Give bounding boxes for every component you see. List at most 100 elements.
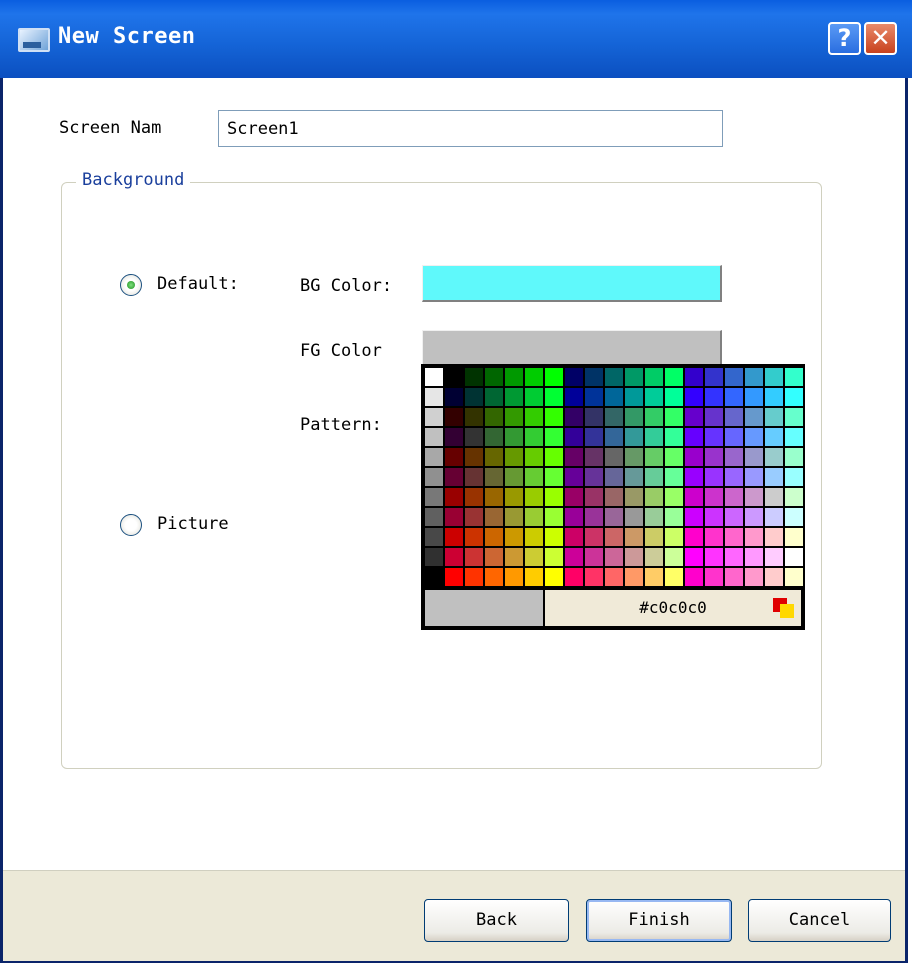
color-swatch[interactable] (505, 528, 523, 546)
color-swatch[interactable] (785, 368, 803, 386)
color-swatch[interactable] (625, 408, 643, 426)
color-swatch[interactable] (585, 508, 603, 526)
color-swatch[interactable] (785, 468, 803, 486)
color-swatch[interactable] (585, 488, 603, 506)
color-swatch[interactable] (445, 428, 463, 446)
color-swatch[interactable] (605, 508, 623, 526)
color-swatch[interactable] (445, 568, 463, 586)
color-swatch[interactable] (725, 468, 743, 486)
color-swatch[interactable] (705, 488, 723, 506)
color-swatch[interactable] (645, 468, 663, 486)
color-swatch[interactable] (645, 528, 663, 546)
color-swatch[interactable] (625, 548, 643, 566)
color-swatch[interactable] (645, 448, 663, 466)
color-swatch[interactable] (765, 428, 783, 446)
color-swatch[interactable] (585, 428, 603, 446)
color-swatch[interactable] (685, 528, 703, 546)
color-swatch[interactable] (465, 428, 483, 446)
color-swatch[interactable] (625, 368, 643, 386)
color-swatch[interactable] (745, 528, 763, 546)
color-swatch[interactable] (425, 548, 443, 566)
back-button[interactable]: Back (424, 899, 569, 942)
color-swatch[interactable] (705, 428, 723, 446)
color-swatch[interactable] (445, 408, 463, 426)
color-swatch[interactable] (465, 388, 483, 406)
color-swatch[interactable] (445, 508, 463, 526)
color-swatch[interactable] (565, 488, 583, 506)
color-swatch[interactable] (545, 388, 563, 406)
color-swatch[interactable] (425, 408, 443, 426)
color-swatch[interactable] (525, 528, 543, 546)
color-swatch[interactable] (625, 388, 643, 406)
color-swatch[interactable] (585, 568, 603, 586)
color-swatch[interactable] (565, 508, 583, 526)
help-button[interactable]: ? (828, 22, 861, 55)
color-swatch[interactable] (765, 468, 783, 486)
color-swatch[interactable] (445, 368, 463, 386)
color-swatch[interactable] (785, 528, 803, 546)
color-swatch[interactable] (665, 568, 683, 586)
color-swatch[interactable] (665, 488, 683, 506)
color-swatch[interactable] (685, 408, 703, 426)
color-swatch[interactable] (685, 368, 703, 386)
color-swatch[interactable] (465, 468, 483, 486)
color-swatch[interactable] (685, 548, 703, 566)
color-swatch[interactable] (785, 448, 803, 466)
close-button[interactable]: ✕ (864, 22, 897, 55)
default-radio[interactable] (120, 274, 142, 296)
color-swatch[interactable] (565, 568, 583, 586)
screen-name-input[interactable]: Screen1 (218, 110, 723, 147)
color-swatch[interactable] (605, 488, 623, 506)
color-swatch[interactable] (745, 548, 763, 566)
color-swatch[interactable] (525, 568, 543, 586)
color-swatch[interactable] (725, 368, 743, 386)
color-swatch[interactable] (505, 388, 523, 406)
color-swatch[interactable] (545, 468, 563, 486)
color-swatch[interactable] (645, 568, 663, 586)
color-swatch[interactable] (785, 568, 803, 586)
color-swatch[interactable] (585, 548, 603, 566)
color-swatch[interactable] (665, 408, 683, 426)
color-swatch[interactable] (625, 428, 643, 446)
color-swatch[interactable] (765, 368, 783, 386)
color-swatch[interactable] (465, 488, 483, 506)
color-swatch[interactable] (685, 568, 703, 586)
color-swatch[interactable] (545, 448, 563, 466)
finish-button[interactable]: Finish (586, 899, 732, 942)
color-swatch[interactable] (705, 388, 723, 406)
color-swatch[interactable] (545, 368, 563, 386)
color-swatch[interactable] (525, 488, 543, 506)
color-swatch[interactable] (505, 468, 523, 486)
color-swatch[interactable] (525, 408, 543, 426)
color-swatch[interactable] (665, 508, 683, 526)
color-swatch[interactable] (685, 468, 703, 486)
color-swatch[interactable] (425, 428, 443, 446)
color-swatch[interactable] (625, 488, 643, 506)
color-swatch[interactable] (605, 408, 623, 426)
color-swatch[interactable] (525, 368, 543, 386)
color-swatch[interactable] (625, 508, 643, 526)
color-swatch[interactable] (465, 548, 483, 566)
color-swatch[interactable] (425, 468, 443, 486)
color-swatch[interactable] (665, 448, 683, 466)
color-swatch[interactable] (465, 568, 483, 586)
color-swatch[interactable] (505, 448, 523, 466)
color-swatch[interactable] (485, 428, 503, 446)
color-swatch[interactable] (705, 528, 723, 546)
color-swatch[interactable] (665, 528, 683, 546)
color-swatch[interactable] (545, 408, 563, 426)
picture-radio[interactable] (120, 514, 142, 536)
color-swatch[interactable] (605, 388, 623, 406)
color-swatch[interactable] (685, 448, 703, 466)
color-swatch[interactable] (645, 368, 663, 386)
color-swatch[interactable] (725, 568, 743, 586)
color-swatch[interactable] (485, 508, 503, 526)
color-swatch[interactable] (625, 448, 643, 466)
color-swatch[interactable] (725, 408, 743, 426)
color-swatch[interactable] (625, 568, 643, 586)
color-swatch[interactable] (425, 568, 443, 586)
color-swatch[interactable] (425, 388, 443, 406)
color-swatch[interactable] (765, 448, 783, 466)
title-bar[interactable]: New Screen ? ✕ (0, 0, 912, 78)
color-swatch[interactable] (605, 568, 623, 586)
